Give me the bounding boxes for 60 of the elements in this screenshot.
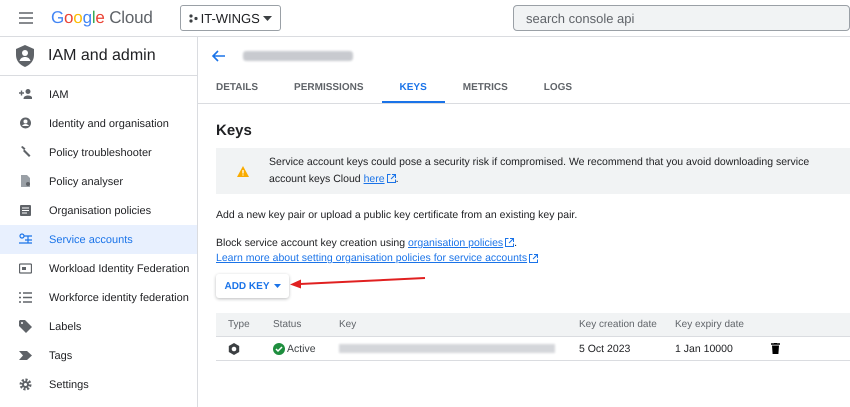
menu-icon[interactable]: [19, 12, 33, 24]
tab[interactable]: KEYS: [382, 74, 445, 103]
external-link-icon: [505, 238, 514, 247]
tab[interactable]: DETAILS: [198, 74, 276, 103]
here-link[interactable]: here: [364, 173, 385, 185]
project-dots-icon: [188, 14, 198, 22]
column-header: Status: [272, 319, 302, 330]
check-circle-icon: [273, 342, 285, 354]
sidebar-item[interactable]: Service accounts: [0, 225, 197, 254]
tag-icon: [19, 349, 32, 362]
google-cloud-logo[interactable]: Google Cloud: [51, 8, 153, 28]
column-header: Key creation date: [578, 319, 658, 330]
table-cell-text: 5 Oct 2023: [578, 342, 632, 354]
search-field[interactable]: search console api: [513, 5, 850, 31]
section-title: IAM and admin: [48, 47, 156, 65]
sidebar-item[interactable]: Labels: [0, 312, 197, 341]
caret-icon: [274, 284, 280, 288]
back-arrow-icon[interactable]: [211, 50, 225, 62]
document-icon: [19, 204, 32, 217]
shield-icon: [16, 45, 34, 67]
id-card-icon: [19, 262, 32, 275]
column-header: Key expiry date: [674, 319, 745, 330]
intro-text: Add a new key pair or upload a public key certificate from an existing key pair.: [216, 209, 578, 221]
add-key-button[interactable]: ADD KEY: [216, 274, 289, 298]
delete-icon[interactable]: [771, 343, 780, 354]
label-icon: [19, 320, 32, 333]
warning-text: Service account keys could pose a security risk if compromised. We recommend that you avoid downloading service account keys Cloud here .: [269, 155, 810, 187]
column-header: Type: [227, 319, 251, 330]
person-add-icon: [19, 88, 32, 101]
sidebar-item[interactable]: Identity and organisation: [0, 109, 197, 138]
sidebar-item[interactable]: Workload Identity Federation: [0, 254, 197, 283]
wrench-icon: [19, 146, 32, 159]
sidebar-item[interactable]: Organisation policies: [0, 196, 197, 225]
block-text: Block service account key creation using organisation policies .: [216, 236, 518, 251]
tab[interactable]: METRICS: [444, 74, 526, 103]
sidebar-item[interactable]: Policy troubleshooter: [0, 138, 197, 167]
column-header: Key: [338, 319, 358, 330]
key-type-icon: [228, 342, 240, 354]
sidebar-item[interactable]: Policy analyser: [0, 167, 197, 196]
sidebar-item[interactable]: IAM: [0, 80, 197, 109]
warning-icon: [237, 166, 249, 176]
caret-icon: [262, 16, 272, 20]
sidebar-item[interactable]: Settings: [0, 370, 197, 399]
page-heading: Keys: [216, 122, 253, 141]
learn-more-link[interactable]: Learn more about setting organisation policies for service accounts: [216, 251, 528, 266]
table-cell-text: 1 Jan 10000: [674, 342, 734, 354]
project-selector[interactable]: IT-WINGS: [180, 5, 281, 31]
service-account-icon: [19, 233, 32, 246]
sidebar-item[interactable]: Tags: [0, 341, 197, 370]
sidebar-item[interactable]: Workforce identity federation: [0, 283, 197, 312]
status-text: Active: [287, 342, 316, 354]
organisation-policies-link[interactable]: organisation policies: [408, 237, 504, 249]
settings-icon: [19, 378, 32, 391]
tab[interactable]: PERMISSIONS: [276, 74, 382, 103]
list-icon: [19, 291, 32, 304]
tab[interactable]: LOGS: [526, 74, 590, 103]
external-link-icon: [529, 254, 538, 263]
external-link-icon: [386, 174, 396, 183]
account-icon: [19, 117, 32, 130]
document-search-icon: [19, 175, 32, 188]
